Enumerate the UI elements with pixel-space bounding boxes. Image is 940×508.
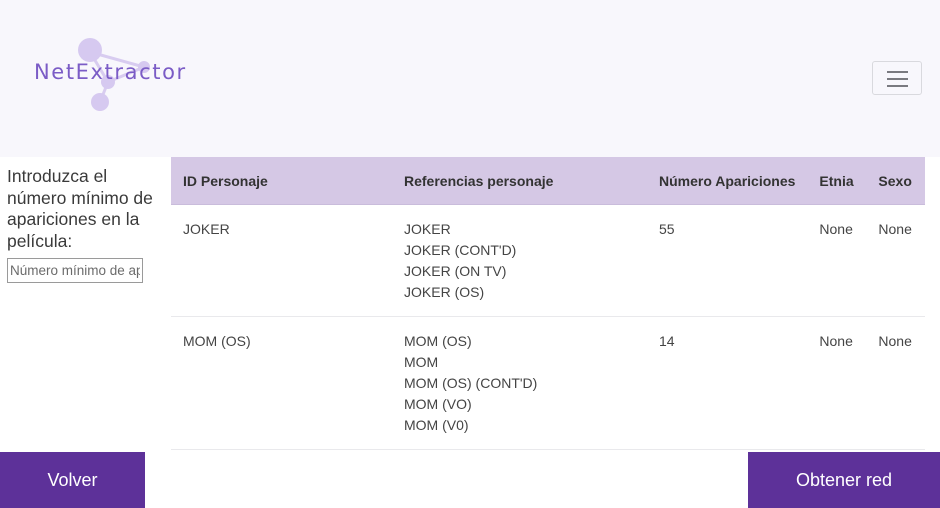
min-appearances-input[interactable] (7, 258, 143, 283)
get-network-button[interactable]: Obtener red (748, 452, 940, 508)
table-row: JOKER JOKER JOKER (CONT'D) JOKER (ON TV)… (171, 204, 925, 317)
reference-item: MOM (V0) (404, 417, 469, 433)
cell-references: MOM (OS) MOM MOM (OS) (CONT'D) MOM (VO) … (392, 316, 647, 450)
menu-toggle-button[interactable] (872, 61, 922, 95)
cell-sex: None (866, 204, 925, 317)
reference-item: JOKER (ON TV) (404, 263, 507, 279)
brand-name: NetExtractor (34, 60, 187, 84)
column-header-sex: Sexo (866, 157, 925, 205)
hamburger-icon (887, 71, 908, 73)
characters-table: ID Personaje Referencias personaje Númer… (171, 157, 925, 450)
cell-appearances: 14 (647, 316, 808, 450)
reference-item: JOKER (CONT'D) (404, 242, 517, 258)
reference-item: JOKER (OS) (404, 284, 485, 300)
navbar: NetExtractor (0, 0, 940, 157)
column-header-id: ID Personaje (171, 157, 392, 205)
brand-logo[interactable]: NetExtractor (30, 34, 210, 114)
reference-item: MOM (OS) (404, 333, 472, 349)
back-button[interactable]: Volver (0, 452, 145, 508)
reference-item: MOM (VO) (404, 396, 472, 412)
cell-references: JOKER JOKER (CONT'D) JOKER (ON TV) JOKER… (392, 204, 647, 317)
table-row: MOM (OS) MOM (OS) MOM MOM (OS) (CONT'D) … (171, 316, 925, 450)
column-header-references: Referencias personaje (392, 157, 647, 205)
min-appearances-label: Introduzca el número mínimo de aparicion… (7, 166, 153, 251)
reference-item: JOKER (404, 221, 451, 237)
cell-ethnicity: None (807, 316, 867, 450)
cell-sex: None (866, 316, 925, 450)
cell-ethnicity: None (807, 204, 867, 317)
reference-item: MOM (404, 354, 439, 370)
reference-item: MOM (OS) (CONT'D) (404, 375, 538, 391)
cell-id: MOM (OS) (171, 316, 392, 450)
column-header-ethnicity: Etnia (807, 157, 867, 205)
cell-appearances: 55 (647, 204, 808, 317)
table-header-row: ID Personaje Referencias personaje Númer… (171, 157, 925, 205)
column-header-appearances: Número Apariciones (647, 157, 808, 205)
cell-id: JOKER (171, 204, 392, 317)
